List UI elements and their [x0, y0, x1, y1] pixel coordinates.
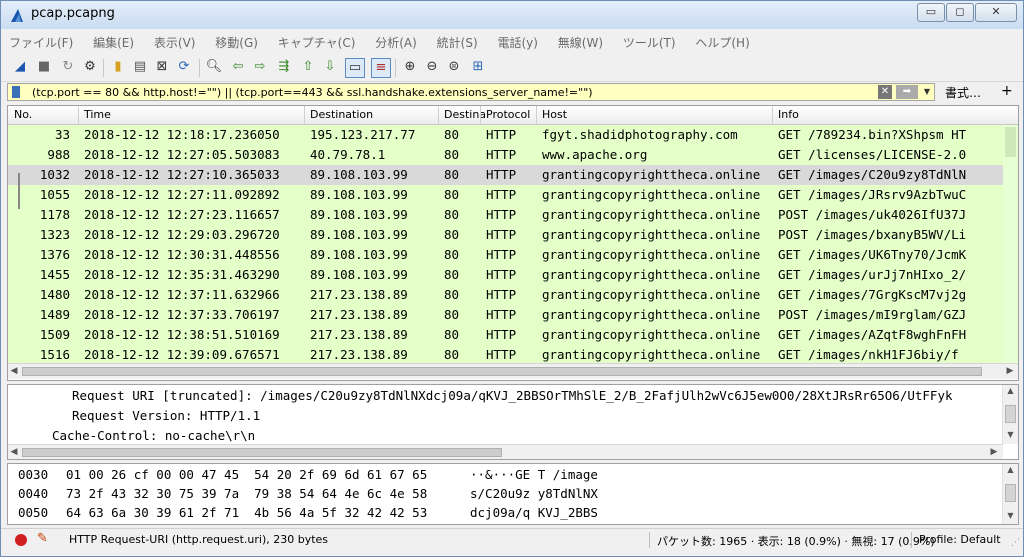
menu-wireless[interactable]: 無線(W) — [550, 31, 611, 54]
display-filter-input[interactable]: (tcp.port == 80 && http.host!="") || (tc… — [7, 83, 935, 101]
table-row[interactable]: 1376 2018-12-12 12:30:31.448556 89.108.1… — [8, 245, 1003, 265]
table-row[interactable]: 33 2018-12-12 12:18:17.236050 195.123.21… — [8, 125, 1003, 145]
title-bar: pcap.pcapng ▭ ◻ ✕ — [1, 1, 1023, 29]
hex-offset: 0040 — [18, 486, 49, 501]
stop-capture-icon[interactable]: ■ — [35, 58, 53, 76]
profile-label[interactable]: Profile: Default — [919, 533, 1001, 546]
packet-bytes-pane: 0030 01 00 26 cf 00 00 47 45 54 20 2f 69… — [7, 463, 1019, 525]
bytes-scrollbar[interactable]: ▲ ▼ — [1002, 464, 1018, 524]
wireshark-fin-icon — [11, 9, 23, 22]
details-scrollbar[interactable]: ▲ ▼ — [1002, 385, 1018, 444]
hex-bytes[interactable]: 01 00 26 cf 00 00 47 45 54 20 2f 69 6d 6… — [66, 467, 427, 482]
packet-counts: パケット数: 1965 · 表示: 18 (0.9%) · 無視: 17 (0.… — [657, 535, 935, 548]
packet-details-pane: Request URI [truncated]: /images/C20u9zy… — [7, 384, 1019, 460]
expert-info-icon[interactable] — [15, 534, 27, 546]
table-row[interactable]: 1055 2018-12-12 12:27:11.092892 89.108.1… — [8, 185, 1003, 205]
detail-request-uri[interactable]: Request URI [truncated]: /images/C20u9zy… — [72, 388, 953, 403]
capture-options-icon[interactable]: ⚙ — [81, 58, 99, 76]
edit-comment-icon[interactable]: ✎ — [37, 531, 48, 546]
go-back-icon[interactable]: ⇦ — [229, 58, 247, 76]
first-packet-icon[interactable]: ⇧ — [299, 58, 317, 76]
col-protocol[interactable]: Protocol — [486, 108, 530, 121]
go-forward-icon[interactable]: ⇨ — [251, 58, 269, 76]
colorize-icon[interactable]: ≡ — [371, 58, 391, 78]
close-button[interactable]: ✕ — [975, 3, 1017, 22]
reload-file-icon[interactable]: ⟳ — [175, 58, 193, 76]
open-file-icon[interactable]: ▮ — [109, 58, 127, 76]
hex-ascii[interactable]: dcj09a/q KVJ_2BBS — [470, 505, 598, 520]
hex-ascii[interactable]: ··&···GE T /image — [470, 467, 598, 482]
packet-list-header: No. ^ Time Destination Destina Protocol … — [8, 106, 1018, 125]
close-file-icon[interactable]: ⊠ — [153, 58, 171, 76]
autoscroll-icon[interactable]: ▭ — [345, 58, 365, 78]
menu-tools[interactable]: ツール(T) — [615, 31, 684, 54]
minimize-button[interactable]: ▭ — [917, 3, 945, 22]
hex-bytes[interactable]: 73 2f 43 32 30 75 39 7a 79 38 54 64 4e 6… — [66, 486, 427, 501]
apply-filter-icon[interactable]: ➡ — [896, 85, 918, 99]
main-window: pcap.pcapng ▭ ◻ ✕ ファイル(F) 編集(E) 表示(V) 移動… — [0, 0, 1024, 557]
packet-rows: 33 2018-12-12 12:18:17.236050 195.123.21… — [8, 125, 1003, 363]
menu-go[interactable]: 移動(G) — [207, 31, 266, 54]
hex-ascii[interactable]: s/C20u9z y8TdNlNX — [470, 486, 598, 501]
detail-request-version[interactable]: Request Version: HTTP/1.1 — [72, 408, 260, 423]
save-file-icon[interactable]: ▤ — [131, 58, 149, 76]
add-filter-button[interactable]: + — [1001, 83, 1013, 99]
menu-help[interactable]: ヘルプ(H) — [687, 31, 757, 54]
table-row[interactable]: 1178 2018-12-12 12:27:23.116657 89.108.1… — [8, 205, 1003, 225]
status-bar: ✎ HTTP Request-URI (http.request.uri), 2… — [1, 528, 1023, 551]
menu-file[interactable]: ファイル(F) — [1, 31, 81, 54]
table-row[interactable]: 988 2018-12-12 12:27:05.503083 40.79.78.… — [8, 145, 1003, 165]
start-capture-icon[interactable]: ◢ — [11, 58, 29, 76]
col-host[interactable]: Host — [542, 108, 567, 121]
go-to-packet-icon[interactable]: ⇶ — [275, 58, 293, 76]
bookmark-icon[interactable] — [12, 86, 20, 98]
menu-telephony[interactable]: 電話(y) — [489, 31, 545, 54]
zoom-out-icon[interactable]: ⊖ — [423, 58, 441, 76]
table-row[interactable]: 1489 2018-12-12 12:37:33.706197 217.23.1… — [8, 305, 1003, 325]
status-message: HTTP Request-URI (http.request.uri), 230… — [69, 533, 329, 546]
menu-edit[interactable]: 編集(E) — [85, 31, 142, 54]
detail-cache-control[interactable]: Cache-Control: no-cache\r\n — [52, 428, 255, 443]
window-controls: ▭ ◻ ✕ — [916, 3, 1017, 22]
resize-columns-icon[interactable]: ⊞ — [469, 58, 487, 76]
maximize-button[interactable]: ◻ — [946, 3, 974, 22]
expression-button[interactable]: 書式… — [945, 84, 981, 101]
menu-statistics[interactable]: 統計(S) — [429, 31, 486, 54]
table-row[interactable]: 1323 2018-12-12 12:29:03.296720 89.108.1… — [8, 225, 1003, 245]
clear-filter-icon[interactable]: ✕ — [878, 85, 892, 99]
menu-capture[interactable]: キャプチャ(C) — [270, 31, 364, 54]
hex-offset: 0050 — [18, 505, 49, 520]
restart-capture-icon[interactable]: ↻ — [59, 58, 77, 76]
col-no[interactable]: No. — [14, 108, 32, 121]
sort-up-icon: ^ — [44, 105, 52, 113]
table-row[interactable]: 1480 2018-12-12 12:37:11.632966 217.23.1… — [8, 285, 1003, 305]
packet-list-hscroll[interactable]: ◀ ▶ — [8, 363, 1018, 379]
zoom-reset-icon[interactable]: ⊜ — [445, 58, 463, 76]
filter-dropdown-icon[interactable]: ▼ — [922, 85, 932, 99]
packet-list-pane: No. ^ Time Destination Destina Protocol … — [7, 105, 1019, 381]
packet-list-scrollbar[interactable] — [1003, 125, 1018, 363]
last-packet-icon[interactable]: ⇩ — [321, 58, 339, 76]
window-title: pcap.pcapng — [31, 6, 115, 21]
menu-analyze[interactable]: 分析(A) — [367, 31, 425, 54]
display-filter-bar: (tcp.port == 80 && http.host!="") || (tc… — [1, 82, 1023, 103]
filter-text: (tcp.port == 80 && http.host!="") || (tc… — [32, 86, 593, 99]
table-row-selected[interactable]: 1032 2018-12-12 12:27:10.365033 89.108.1… — [8, 165, 1003, 185]
menu-bar: ファイル(F) 編集(E) 表示(V) 移動(G) キャプチャ(C) 分析(A)… — [1, 31, 1023, 53]
table-row[interactable]: 1516 2018-12-12 12:39:09.676571 217.23.1… — [8, 345, 1003, 363]
details-hscroll[interactable]: ◀ ▶ — [8, 444, 1003, 459]
hex-bytes[interactable]: 64 63 6a 30 39 61 2f 71 4b 56 4a 5f 32 4… — [66, 505, 427, 520]
find-packet-icon[interactable]: 🔍︎ — [205, 58, 223, 76]
table-row[interactable]: 1509 2018-12-12 12:38:51.510169 217.23.1… — [8, 325, 1003, 345]
col-destination[interactable]: Destination — [310, 108, 373, 121]
resize-grip-icon[interactable]: ⋰ — [1011, 538, 1020, 548]
col-info[interactable]: Info — [778, 108, 799, 121]
menu-view[interactable]: 表示(V) — [146, 31, 204, 54]
related-packet-marker — [18, 173, 20, 209]
zoom-in-icon[interactable]: ⊕ — [401, 58, 419, 76]
hex-offset: 0030 — [18, 467, 49, 482]
table-row[interactable]: 1455 2018-12-12 12:35:31.463290 89.108.1… — [8, 265, 1003, 285]
main-toolbar: ◢ ■ ↻ ⚙ ▮ ▤ ⊠ ⟳ 🔍︎ ⇦ ⇨ ⇶ ⇧ ⇩ ▭ ≡ ⊕ ⊖ ⊜ ⊞ — [1, 55, 1023, 82]
col-time[interactable]: Time — [84, 108, 111, 121]
